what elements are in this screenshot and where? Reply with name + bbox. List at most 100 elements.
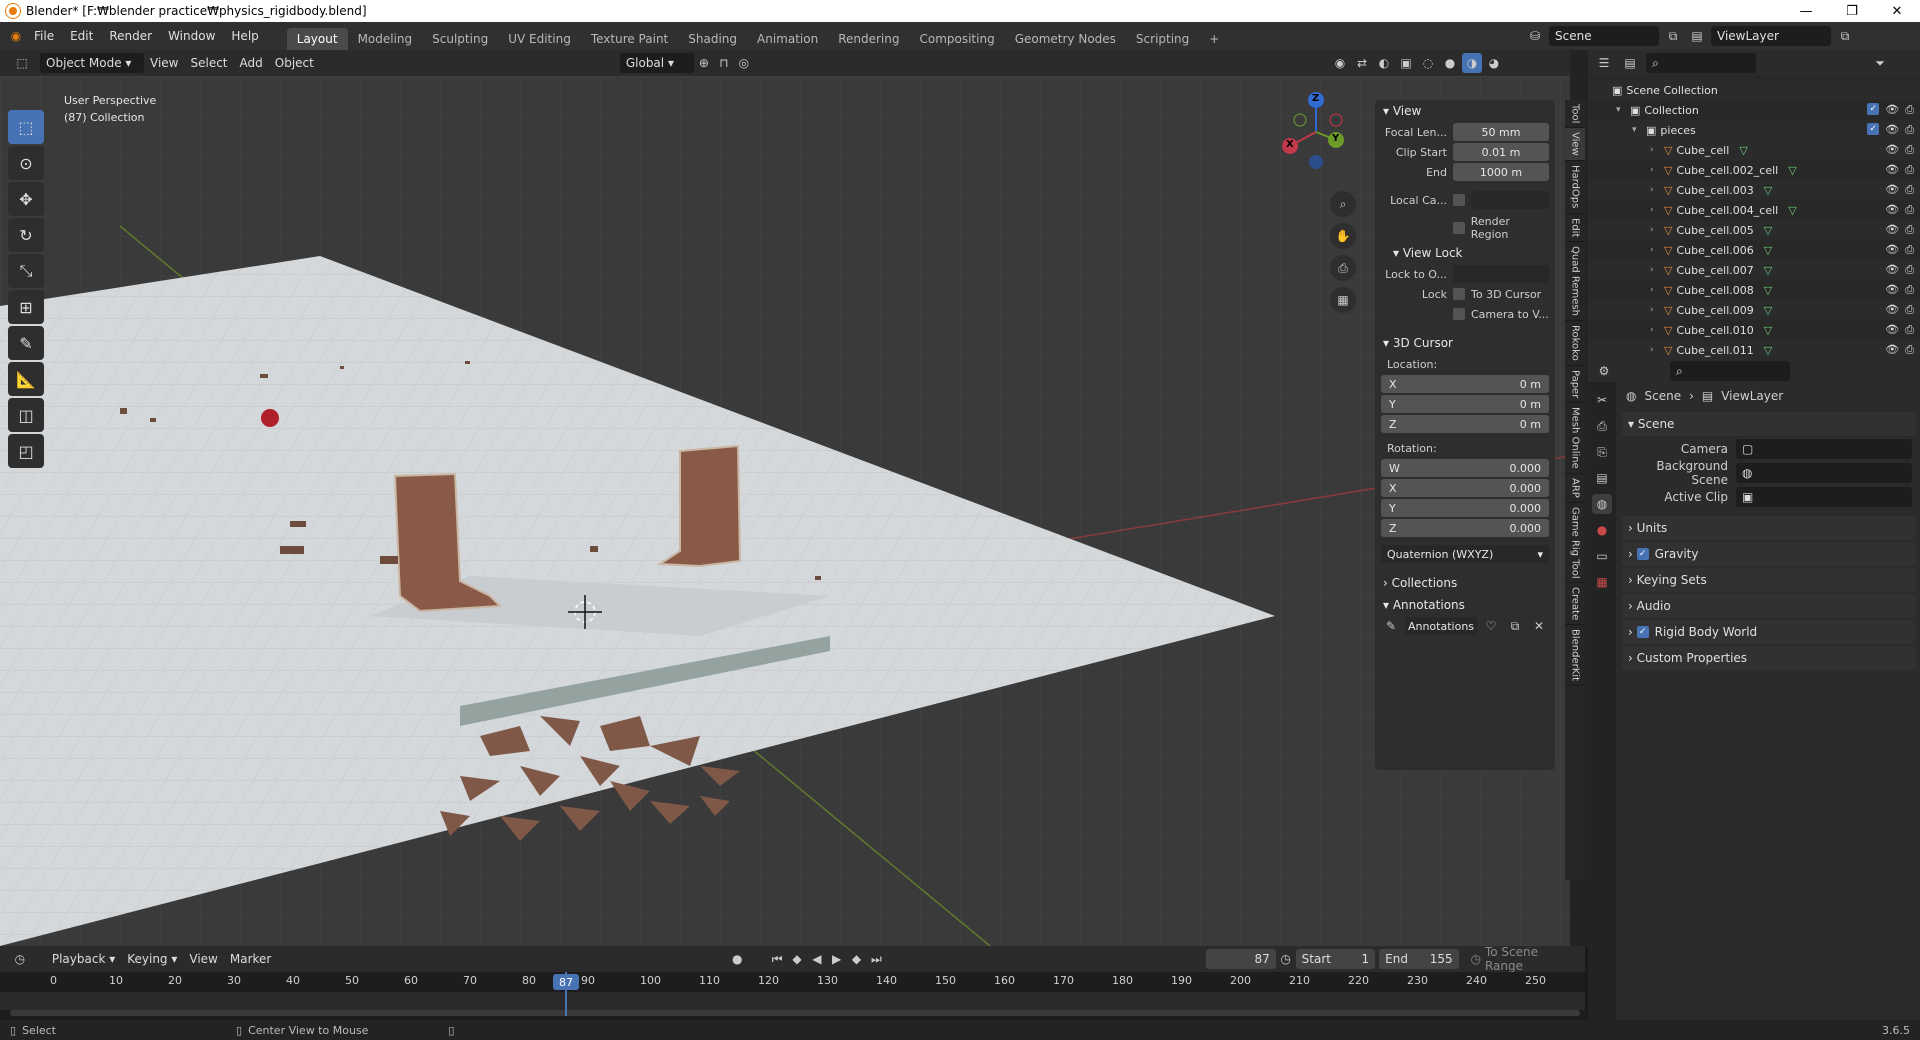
workspace-tab-compositing[interactable]: Compositing: [909, 28, 1004, 50]
xray-icon[interactable]: ▣: [1396, 53, 1416, 73]
camera-icon[interactable]: ⎙: [1905, 303, 1914, 317]
outliner-object-row[interactable]: › ▽ Cube_cell.009 ▽ 👁 ⎙: [1588, 300, 1920, 320]
output-props-icon[interactable]: ⎘: [1592, 442, 1612, 462]
minimize-button[interactable]: —: [1783, 0, 1829, 22]
properties-search-input[interactable]: ⌕: [1670, 361, 1790, 381]
add-workspace-button[interactable]: +: [1199, 28, 1229, 50]
render-props-icon[interactable]: ⎙: [1592, 416, 1612, 436]
annotation-remove-icon[interactable]: ✕: [1529, 616, 1549, 636]
viewlayer-selector[interactable]: ViewLayer: [1711, 26, 1831, 46]
tool-props-icon[interactable]: ✂: [1592, 390, 1612, 410]
rotation-y-field[interactable]: Y 0.000: [1381, 499, 1549, 517]
rendered-shading-icon[interactable]: ◕: [1484, 53, 1504, 73]
expand-icon[interactable]: ›: [1650, 165, 1660, 175]
workspace-tab-animation[interactable]: Animation: [747, 28, 828, 50]
expand-icon[interactable]: ›: [1650, 305, 1660, 315]
annotations-header[interactable]: ▾ Annotations: [1375, 594, 1555, 616]
workspace-tab-layout[interactable]: Layout: [286, 28, 348, 50]
menu-keying[interactable]: Keying ▾: [121, 949, 183, 969]
camera-icon[interactable]: ⎙: [1905, 223, 1914, 237]
camera-icon[interactable]: ⎙: [1905, 203, 1914, 217]
expand-icon[interactable]: ›: [1650, 185, 1660, 195]
rotation-w-field[interactable]: W 0.000: [1381, 459, 1549, 477]
camera-icon[interactable]: ⎙: [1905, 263, 1914, 277]
jump-end-icon[interactable]: ⏭: [866, 949, 886, 969]
expand-icon[interactable]: ›: [1650, 205, 1660, 215]
next-keyframe-icon[interactable]: ◆: [847, 949, 867, 969]
workspace-tab-modeling[interactable]: Modeling: [348, 28, 423, 50]
outliner-object-row[interactable]: › ▽ Cube_cell.002_cell ▽ 👁 ⎙: [1588, 160, 1920, 180]
eye-icon[interactable]: 👁: [1885, 243, 1899, 257]
scene-section-header[interactable]: ▾ Scene: [1622, 412, 1916, 436]
menu-marker[interactable]: Marker: [224, 949, 277, 969]
transform-tool-icon[interactable]: ⊞: [8, 290, 44, 324]
background-scene-field[interactable]: ◍: [1736, 463, 1912, 483]
menu-file[interactable]: File: [26, 22, 62, 50]
prev-keyframe-icon[interactable]: ◆: [787, 949, 807, 969]
record-icon[interactable]: ●: [727, 949, 747, 969]
workspace-tab-texture-paint[interactable]: Texture Paint: [581, 28, 678, 50]
camera-field[interactable]: ▢: [1736, 439, 1912, 459]
cursor-tool-icon[interactable]: ⊙: [8, 146, 44, 180]
expand-icon[interactable]: ›: [1650, 225, 1660, 235]
outliner-object-row[interactable]: › ▽ Cube_cell.010 ▽ 👁 ⎙: [1588, 320, 1920, 340]
outliner-object-row[interactable]: › ▽ Cube_cell.008 ▽ 👁 ⎙: [1588, 280, 1920, 300]
viewlayer-icon[interactable]: ▤: [1687, 26, 1707, 46]
maximize-button[interactable]: ❐: [1829, 0, 1875, 22]
extra-tool-icon[interactable]: ◰: [8, 434, 44, 468]
expand-icon[interactable]: ›: [1650, 285, 1660, 295]
scene-selector[interactable]: Scene: [1549, 26, 1659, 46]
lock-to-object-field[interactable]: [1453, 265, 1549, 283]
annotations-layer-field[interactable]: Annotations: [1405, 617, 1477, 635]
view-section-header[interactable]: ▾ View: [1375, 100, 1555, 122]
add-cube-tool-icon[interactable]: ◫: [8, 398, 44, 432]
outliner-object-row[interactable]: › ▽ Cube_cell.007 ▽ 👁 ⎙: [1588, 260, 1920, 280]
menu-window[interactable]: Window: [160, 22, 223, 50]
texture-props-icon[interactable]: ▦: [1592, 572, 1612, 592]
side-tab-quad-remesh[interactable]: Quad Remesh: [1565, 242, 1585, 321]
proportional-edit-icon[interactable]: ◎: [734, 53, 754, 73]
location-y-field[interactable]: Y 0 m: [1381, 395, 1549, 413]
3d-viewport[interactable]: User Perspective (87) Collection Z X Y ⌕…: [0, 76, 1570, 946]
measure-tool-icon[interactable]: 📐: [8, 362, 44, 396]
side-tab-paper[interactable]: Paper: [1565, 366, 1585, 403]
section-enable-checkbox[interactable]: ✓: [1636, 548, 1649, 560]
camera-icon[interactable]: ⎙: [1905, 183, 1914, 197]
timeline-body[interactable]: 0 10 20 30 40 50 60 70 80 90 100 110 120 130 140 150 160…: [0, 972, 1585, 1020]
new-viewlayer-icon[interactable]: ⧉: [1835, 26, 1855, 46]
move-tool-icon[interactable]: ✥: [8, 182, 44, 216]
start-frame-field[interactable]: Start 1: [1295, 949, 1376, 969]
menu-timeline-view[interactable]: View: [183, 949, 223, 969]
annotation-new-icon[interactable]: ⧉: [1505, 616, 1525, 636]
eye-icon[interactable]: 👁: [1885, 283, 1899, 297]
select-box-tool-icon[interactable]: ⬚: [8, 110, 44, 144]
local-camera-checkbox[interactable]: [1453, 194, 1465, 206]
collection-exclude-checkbox[interactable]: ✓: [1867, 103, 1880, 115]
collection-props-icon[interactable]: ▭: [1592, 546, 1612, 566]
3d-cursor-header[interactable]: ▾ 3D Cursor: [1375, 332, 1555, 354]
outliner-object-row[interactable]: › ▽ Cube_cell.011 ▽ 👁 ⎙: [1588, 340, 1920, 360]
collections-header[interactable]: › Collections: [1375, 572, 1555, 594]
camera-icon[interactable]: ⎙: [1905, 243, 1914, 257]
timeline-scrollbar[interactable]: [10, 1010, 1580, 1016]
side-tab-blenderkit[interactable]: BlenderKit: [1565, 625, 1585, 687]
menu-playback[interactable]: Playback ▾: [46, 949, 121, 969]
menu-edit[interactable]: Edit: [62, 22, 101, 50]
clip-end-field[interactable]: 1000 m: [1453, 163, 1549, 181]
render-region-checkbox[interactable]: [1453, 222, 1465, 234]
local-camera-field[interactable]: [1471, 191, 1549, 209]
material-shading-icon[interactable]: ◑: [1462, 53, 1482, 73]
jump-start-icon[interactable]: ⏮: [767, 949, 787, 969]
scale-tool-icon[interactable]: ⤡: [8, 254, 44, 288]
lock-to-cursor-checkbox[interactable]: [1453, 288, 1465, 300]
preview-range-icon[interactable]: ◷: [1276, 949, 1296, 969]
properties-editor-icon[interactable]: ⚙: [1594, 361, 1614, 381]
eye-icon[interactable]: 👁: [1885, 323, 1899, 337]
eye-icon[interactable]: 👁: [1885, 123, 1899, 137]
view-layer-props-icon[interactable]: ▤: [1592, 468, 1612, 488]
new-scene-icon[interactable]: ⧉: [1663, 26, 1683, 46]
world-props-icon[interactable]: ●: [1592, 520, 1612, 540]
workspace-tab-shading[interactable]: Shading: [678, 28, 747, 50]
workspace-tab-sculpting[interactable]: Sculpting: [422, 28, 498, 50]
scene-icon[interactable]: ⛁: [1525, 26, 1545, 46]
